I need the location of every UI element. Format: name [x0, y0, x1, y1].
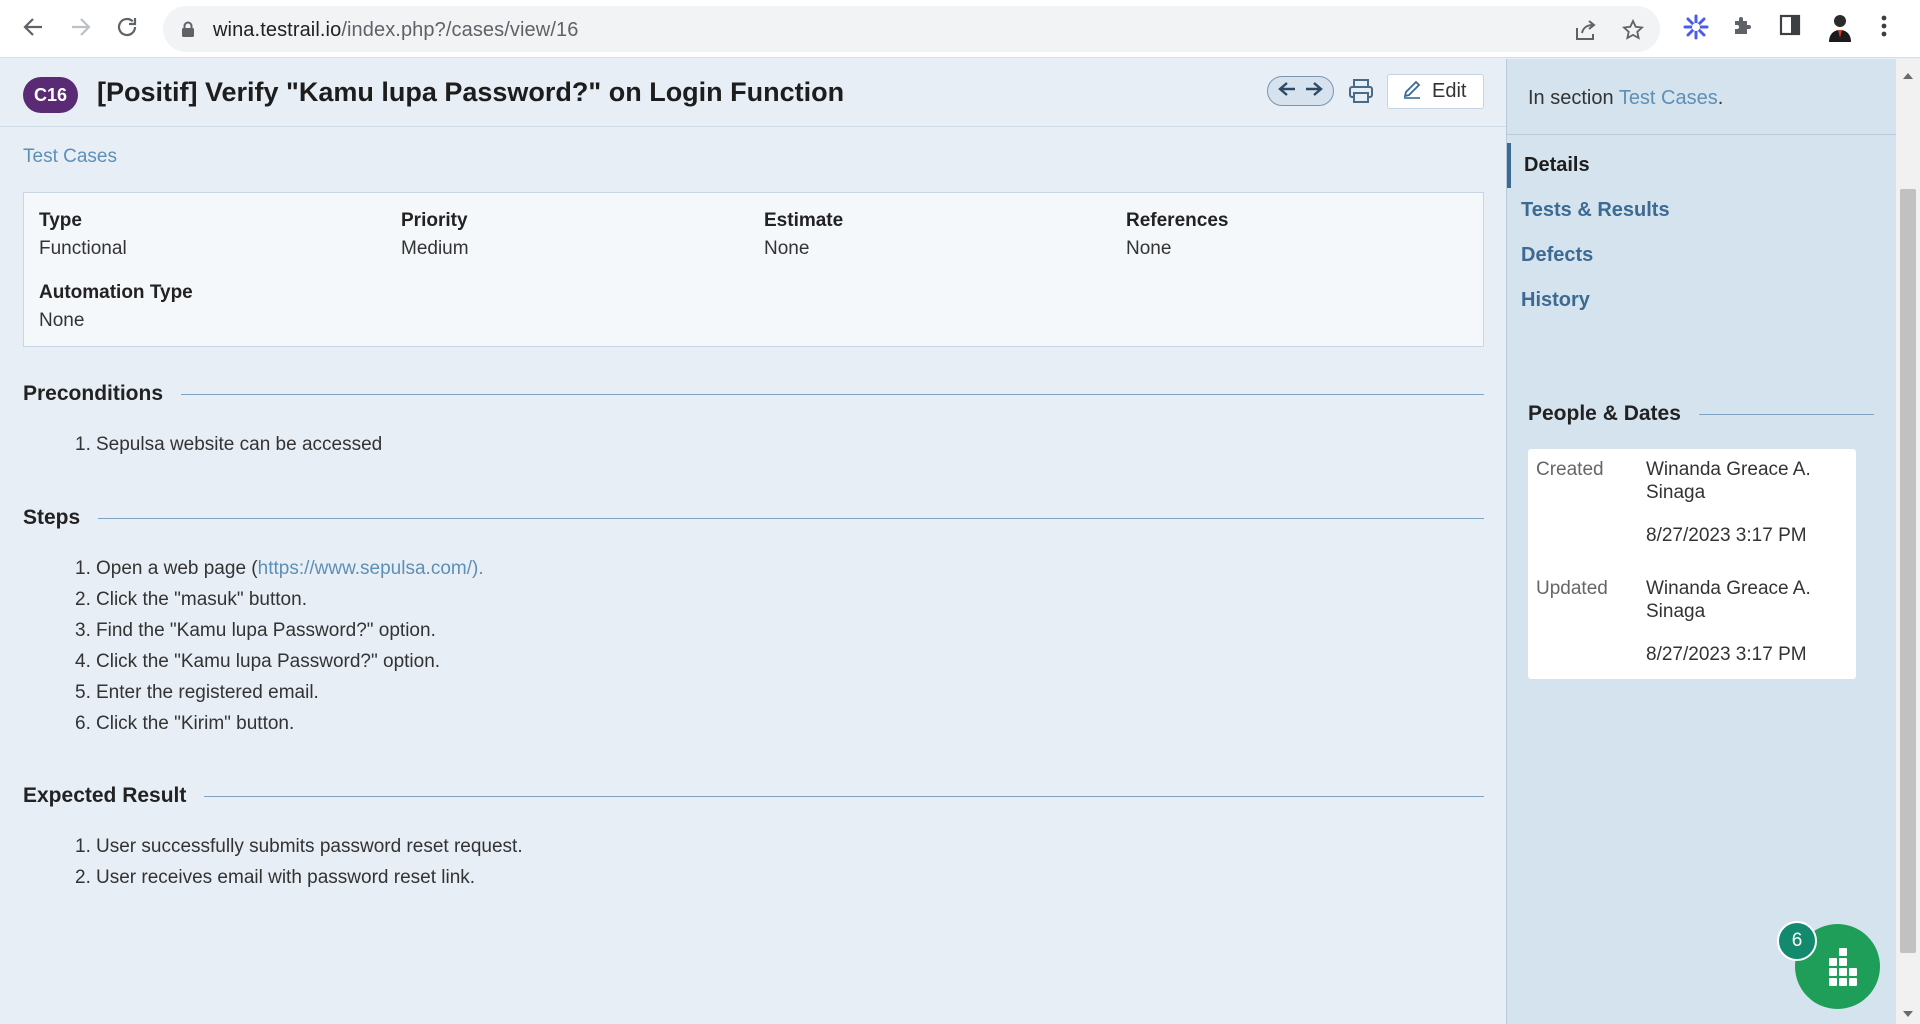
list-item: 2. User receives email with password rese…: [75, 867, 476, 888]
divider: [98, 517, 1484, 519]
list-item: 1. Sepulsa website can be accessed: [75, 434, 383, 455]
case-navigation: [1267, 76, 1334, 106]
browser-toolbar: wina.testrail.io/index.php?/cases/view/1…: [0, 0, 1920, 58]
scrollbar-thumb[interactable]: [1900, 189, 1916, 953]
scroll-up-arrow-icon[interactable]: [1902, 67, 1914, 85]
section-info: In section Test Cases.: [1528, 87, 1724, 109]
people-dates-heading: People & Dates: [1528, 402, 1874, 426]
extensions-puzzle-icon[interactable]: [1731, 14, 1755, 43]
field-estimate: Estimate None: [764, 210, 844, 259]
divider: [1507, 134, 1897, 135]
notification-badge: 6: [1777, 921, 1817, 961]
sidebar-item-tests-results[interactable]: Tests & Results: [1507, 188, 1897, 233]
created-date: 8/27/2023 3:17 PM: [1646, 525, 1807, 546]
updated-label: Updated: [1536, 578, 1608, 599]
steps-heading: Steps: [23, 506, 1484, 530]
sidebar-nav: Details Tests & Results Defects History: [1507, 143, 1897, 323]
side-panel-icon[interactable]: [1779, 14, 1801, 41]
case-detail-main: C16 [Positif] Verify "Kamu lupa Password…: [0, 59, 1506, 1024]
updated-by-line-1: Winanda Greace A.: [1646, 578, 1811, 599]
updated-date: 8/27/2023 3:17 PM: [1646, 644, 1807, 665]
page-title: [Positif] Verify "Kamu lupa Password?" o…: [97, 77, 845, 107]
edit-button[interactable]: Edit: [1387, 74, 1484, 109]
steps-list: 1. Open a web page (https://www.sepulsa.c…: [75, 553, 484, 739]
sidebar: In section Test Cases. Details Tests & R…: [1506, 59, 1897, 1024]
list-item: 3. Find the "Kamu lupa Password?" option.: [75, 620, 436, 641]
divider: [181, 393, 1484, 395]
field-priority: Priority Medium: [401, 210, 469, 259]
field-type: Type Functional: [39, 210, 127, 259]
title-bar: C16 [Positif] Verify "Kamu lupa Password…: [0, 59, 1506, 127]
list-item: 5. Enter the registered email.: [75, 682, 319, 703]
preconditions-list: 1. Sepulsa website can be accessed: [75, 429, 382, 460]
list-item: 2. Click the "masuk" button.: [75, 589, 307, 610]
preconditions-heading: Preconditions: [23, 382, 1484, 406]
section-link-test-cases[interactable]: Test Cases: [1619, 87, 1718, 109]
forward-arrow-icon[interactable]: [68, 14, 94, 40]
divider: [204, 795, 1484, 797]
extension-sparkle-icon[interactable]: [1683, 14, 1709, 45]
print-icon[interactable]: [1347, 77, 1375, 105]
bookmark-star-icon[interactable]: [1621, 18, 1645, 46]
back-arrow-icon[interactable]: [20, 14, 46, 40]
url-text[interactable]: wina.testrail.io/index.php?/cases/view/1…: [213, 19, 578, 42]
sidebar-item-history[interactable]: History: [1507, 278, 1897, 323]
lock-icon[interactable]: [181, 21, 195, 43]
field-references: References None: [1126, 210, 1229, 259]
sidebar-item-defects[interactable]: Defects: [1507, 233, 1897, 278]
field-automation-type: Automation Type None: [39, 282, 193, 331]
breadcrumb-test-cases[interactable]: Test Cases: [23, 146, 117, 168]
case-id-badge: C16: [23, 77, 78, 113]
updated-by-line-2: Sinaga: [1646, 601, 1706, 622]
list-item: 1. User successfully submits password res…: [75, 836, 523, 857]
address-bar[interactable]: wina.testrail.io/index.php?/cases/view/1…: [163, 6, 1660, 52]
profile-avatar[interactable]: [1826, 12, 1854, 47]
created-label: Created: [1536, 459, 1604, 480]
reload-icon[interactable]: [114, 14, 140, 40]
list-item: 1. Open a web page (https://www.sepulsa.c…: [75, 558, 484, 579]
scroll-down-arrow-icon[interactable]: [1902, 1005, 1914, 1023]
divider: [1698, 413, 1874, 415]
created-by-line-1: Winanda Greace A.: [1646, 459, 1811, 480]
share-icon[interactable]: [1574, 19, 1598, 46]
list-item: 4. Click the "Kamu lupa Password?" option…: [75, 651, 441, 672]
page-scrollbar[interactable]: [1896, 59, 1920, 1024]
people-dates-box: Created Winanda Greace A. Sinaga 8/27/20…: [1528, 449, 1856, 679]
pencil-icon: [1402, 79, 1422, 105]
expected-result-heading: Expected Result: [23, 784, 1484, 808]
sidebar-item-details[interactable]: Details: [1507, 143, 1897, 188]
list-item: 6. Click the "Kirim" button.: [75, 713, 295, 734]
next-case-arrow-icon[interactable]: [1305, 81, 1323, 102]
created-by-line-2: Sinaga: [1646, 482, 1706, 503]
previous-case-arrow-icon[interactable]: [1278, 81, 1296, 102]
expected-result-list: 1. User successfully submits password res…: [75, 831, 523, 893]
edit-button-label: Edit: [1432, 80, 1467, 102]
case-fields-box: Type Functional Priority Medium Estimate…: [23, 192, 1484, 347]
browser-menu-icon[interactable]: [1880, 14, 1888, 43]
sepulsa-link[interactable]: https://www.sepulsa.com/).: [258, 558, 484, 579]
